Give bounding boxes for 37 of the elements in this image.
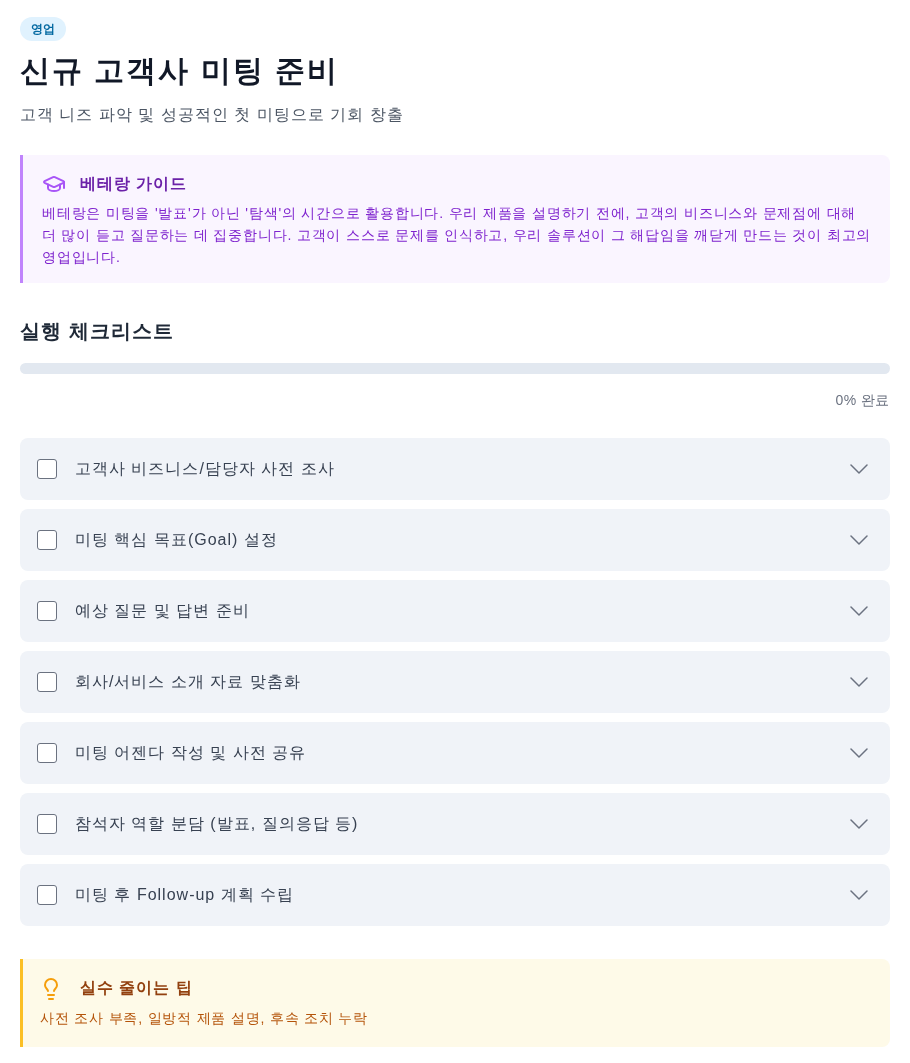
checklist-item-label: 미팅 후 Follow-up 계획 수립 xyxy=(75,885,296,905)
checkbox[interactable] xyxy=(37,530,57,550)
checklist-title: 실행 체크리스트 xyxy=(20,319,175,344)
chevron-icon[interactable] xyxy=(850,464,868,474)
chevron-icon[interactable] xyxy=(850,748,868,758)
page-title: 신규 고객사 미팅 준비 xyxy=(20,53,340,89)
checklist-item-label: 고객사 비즈니스/담당자 사전 조사 xyxy=(75,459,336,479)
checklist-item[interactable]: 미팅 후 Follow-up 계획 수립 xyxy=(20,864,890,926)
chevron-icon[interactable] xyxy=(850,677,868,687)
checkbox[interactable] xyxy=(37,885,57,905)
checkbox[interactable] xyxy=(37,459,57,479)
checklist-item-label: 회사/서비스 소개 자료 맞춤화 xyxy=(75,672,302,692)
checkbox[interactable] xyxy=(37,814,57,834)
checklist-item-label: 예상 질문 및 답변 준비 xyxy=(75,601,251,621)
checkbox[interactable] xyxy=(37,601,57,621)
checkbox[interactable] xyxy=(37,672,57,692)
guide-text: 베테랑은 미팅을 '발표'가 아닌 '탐색'의 시간으로 활용합니다. 우리 제품을 설명하기 전에, 고객의 비즈니스와 문제점에 대해 더 많이 듣고 질문하는 데 집중합니다. 고객이 스스로 문제를 인식하고, 우리 솔루션이 그 해답임을 깨닫게 만드는 것이 최고의 영업입니다. xyxy=(42,204,873,267)
chevron-icon[interactable] xyxy=(850,606,868,616)
checkbox[interactable] xyxy=(37,743,57,763)
chevron-icon[interactable] xyxy=(850,819,868,829)
checklist-item-label: 미팅 어젠다 작성 및 사전 공유 xyxy=(75,743,308,763)
checklist-item[interactable]: 회사/서비스 소개 자료 맞춤화 xyxy=(20,651,890,713)
checklist-item[interactable]: 미팅 어젠다 작성 및 사전 공유 xyxy=(20,722,890,784)
checklist-item-label: 미팅 핵심 목표(Goal) 설정 xyxy=(75,530,279,550)
chevron-icon[interactable] xyxy=(850,535,868,545)
progress-label: 0% 완료 xyxy=(835,391,890,410)
tip-title: 실수 줄이는 팁 xyxy=(80,978,193,998)
tip-text: 사전 조사 부족, 일방적 제품 설명, 후속 조치 누락 xyxy=(40,1009,370,1028)
checklist-item[interactable]: 예상 질문 및 답변 준비 xyxy=(20,580,890,642)
checklist-item-label: 참석자 역할 분담 (발표, 질의응답 등) xyxy=(75,814,360,834)
page-subtitle: 고객 니즈 파악 및 성공적인 첫 미팅으로 기회 창출 xyxy=(20,105,405,125)
guide-title: 베테랑 가이드 xyxy=(80,174,188,194)
category-badge: 영업 xyxy=(20,17,66,41)
checklist-item[interactable]: 참석자 역할 분담 (발표, 질의응답 등) xyxy=(20,793,890,855)
checklist-item[interactable]: 고객사 비즈니스/담당자 사전 조사 xyxy=(20,438,890,500)
checklist-item[interactable]: 미팅 핵심 목표(Goal) 설정 xyxy=(20,509,890,571)
chevron-icon[interactable] xyxy=(850,890,868,900)
